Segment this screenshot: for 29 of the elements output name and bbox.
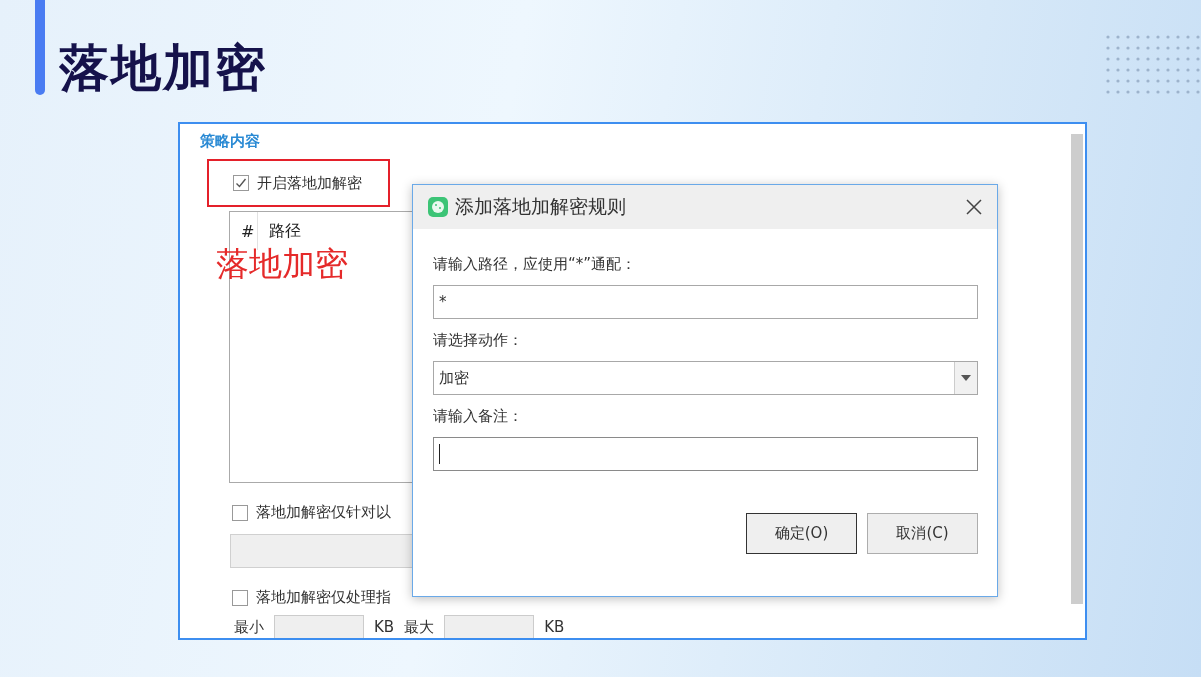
unit-label: KB: [374, 618, 395, 636]
size-field[interactable]: [444, 615, 535, 638]
caret-icon: [961, 375, 971, 381]
checkbox-label: 落地加解密仅处理指: [256, 588, 391, 607]
dialog-title: 添加落地加解密规则: [455, 194, 627, 219]
dialog-button[interactable]: 确定(O): [746, 513, 857, 554]
checkbox[interactable]: [232, 589, 248, 606]
size-field[interactable]: [274, 615, 364, 638]
app-icon: [427, 196, 449, 218]
text-cursor: [439, 444, 440, 464]
input-field[interactable]: *: [433, 285, 978, 319]
unit-label: KB: [544, 618, 565, 636]
field-label: 请选择动作：: [433, 331, 524, 351]
section-title: 策略内容: [200, 132, 261, 152]
dropdown-field[interactable]: 加密: [433, 361, 978, 395]
checkbox[interactable]: [232, 504, 248, 521]
check-icon: [235, 177, 247, 189]
dialog-button[interactable]: 取消(C): [867, 513, 978, 554]
field-label: 请输入备注：: [433, 407, 524, 427]
input-field[interactable]: [433, 437, 978, 471]
size-label: 最大: [404, 617, 435, 637]
checkbox-label: 落地加解密仅针对以: [256, 503, 391, 522]
field-label: 请输入路径，应使用“*”通配：: [433, 255, 638, 275]
size-label: 最小: [234, 617, 264, 637]
scrollbar[interactable]: [1071, 134, 1083, 604]
checkbox-label: 开启落地加解密: [257, 173, 362, 193]
checkbox[interactable]: [233, 175, 249, 191]
close-icon[interactable]: [965, 198, 983, 216]
slide-title: 落地加密: [59, 38, 267, 98]
